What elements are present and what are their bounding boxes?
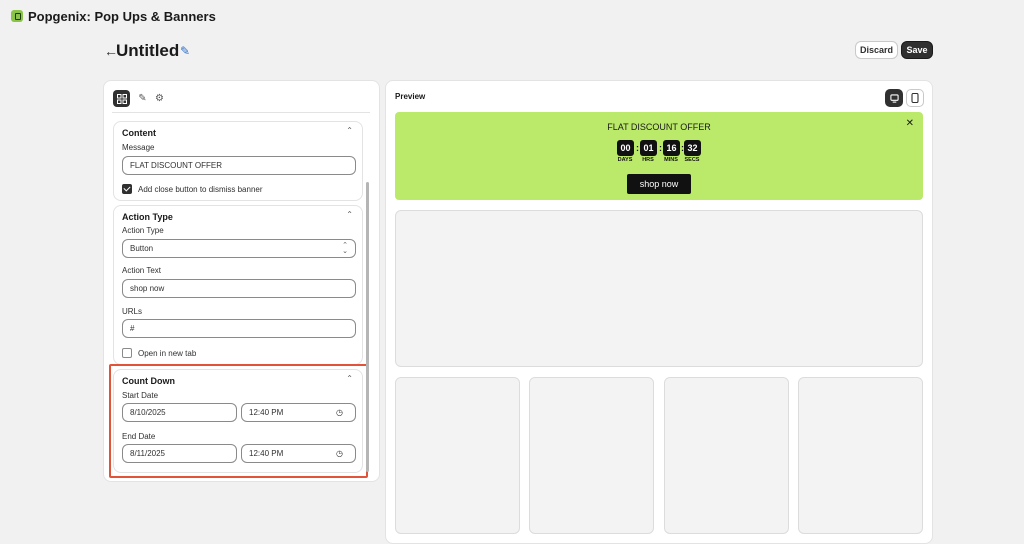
chevron-up-icon[interactable]: ⌃ xyxy=(346,210,353,219)
chevron-up-icon[interactable]: ⌃ xyxy=(346,126,353,135)
layout-icon[interactable] xyxy=(113,90,130,107)
action-type-label: Action Type xyxy=(122,226,164,235)
countdown-seconds-unit: SECS xyxy=(684,157,700,163)
app-title: Popgenix: Pop Ups & Banners xyxy=(28,9,216,24)
countdown-separator: : xyxy=(659,143,662,153)
select-arrows-icon: ⌃ ⌄ xyxy=(342,242,348,255)
discard-button[interactable]: Discard xyxy=(855,41,898,59)
message-label: Message xyxy=(122,143,155,152)
edit-title-icon[interactable]: ✎ xyxy=(180,44,190,58)
gear-icon[interactable]: ⚙ xyxy=(151,90,168,107)
count-down-highlight xyxy=(109,364,368,478)
new-tab-checkbox[interactable] xyxy=(122,348,132,358)
banner-cta-button[interactable]: shop now xyxy=(627,174,691,194)
action-type-select[interactable]: Button ⌃ ⌄ xyxy=(122,239,356,258)
page-placeholder-block xyxy=(798,377,923,534)
page-title: Untitled xyxy=(116,41,180,60)
message-input[interactable]: FLAT DISCOUNT OFFER xyxy=(122,156,356,175)
urls-input[interactable]: # xyxy=(122,319,356,338)
mobile-view-icon[interactable] xyxy=(906,89,924,107)
page-placeholder-block xyxy=(529,377,654,534)
content-heading: Content xyxy=(122,128,156,138)
app-bar: Popgenix: Pop Ups & Banners xyxy=(0,0,1024,34)
save-button[interactable]: Save xyxy=(901,41,933,59)
page-placeholder-block xyxy=(395,377,520,534)
close-icon[interactable]: ✕ xyxy=(906,118,914,129)
action-text-input[interactable]: shop now xyxy=(122,279,356,298)
countdown-hours-value: 01 xyxy=(640,140,657,156)
urls-label: URLs xyxy=(122,307,143,316)
action-text-label: Action Text xyxy=(122,266,161,275)
scrollbar[interactable] xyxy=(366,182,369,472)
close-button-checkbox[interactable] xyxy=(122,184,132,194)
countdown-minutes-value: 16 xyxy=(663,140,680,156)
countdown-days-unit: DAYS xyxy=(617,157,633,163)
countdown-days-value: 00 xyxy=(617,140,634,156)
countdown-seconds-value: 32 xyxy=(684,140,701,156)
action-type-section: Action Type ⌃ Action Type Button ⌃ ⌄ Acti… xyxy=(113,205,363,365)
content-section: Content ⌃ Message FLAT DISCOUNT OFFER Ad… xyxy=(113,121,363,201)
preview-label: Preview xyxy=(395,92,426,101)
action-type-select-value: Button xyxy=(130,244,154,253)
page-placeholder-block xyxy=(395,210,923,367)
page-placeholder-block xyxy=(664,377,789,534)
banner-preview: FLAT DISCOUNT OFFER ✕ 00 : 01 : 16 : 32 … xyxy=(395,112,923,200)
pencil-icon[interactable]: ✎ xyxy=(134,90,151,107)
popgenix-logo-icon xyxy=(11,10,23,22)
new-tab-checkbox-label: Open in new tab xyxy=(138,349,197,358)
action-type-heading: Action Type xyxy=(122,212,173,222)
desktop-view-icon[interactable] xyxy=(885,89,903,107)
countdown-hours-unit: HRS xyxy=(642,157,654,163)
countdown-separator: : xyxy=(636,143,639,153)
close-button-checkbox-label: Add close button to dismiss banner xyxy=(138,185,263,194)
divider xyxy=(112,112,370,113)
banner-message: FLAT DISCOUNT OFFER xyxy=(607,122,711,132)
